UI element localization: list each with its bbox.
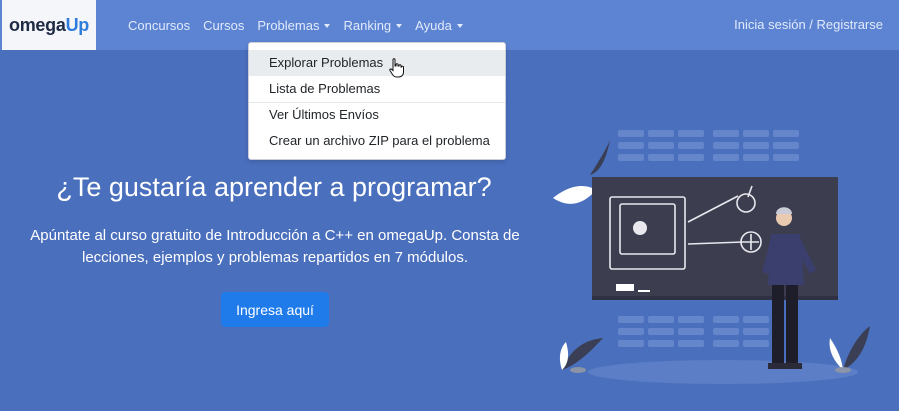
dropdown-item-explore-problems[interactable]: Explorar Problemas	[249, 50, 505, 76]
omegaup-logo[interactable]: omega Up	[2, 0, 96, 50]
login-register-link[interactable]: Inicia sesión / Registrarse	[734, 17, 883, 32]
dropdown-item-create-zip[interactable]: Crear un archivo ZIP para el problema	[249, 128, 505, 154]
chevron-down-icon	[396, 24, 403, 29]
chevron-down-icon	[456, 24, 463, 29]
hand-pointer-icon	[389, 58, 404, 78]
hero-title: ¿Te gustaría aprender a programar?	[56, 172, 492, 202]
hero-description: Apúntate al curso gratuito de Introducci…	[30, 227, 520, 266]
problems-dropdown-menu: Explorar Problemas Lista de Problemas Ve…	[248, 42, 506, 160]
nav-help-label: Ayuda	[415, 17, 452, 33]
logo-text-up: Up	[65, 14, 90, 35]
nav-courses[interactable]: Cursos	[203, 18, 244, 33]
teacher-chalkboard-illustration	[553, 130, 870, 384]
chevron-down-icon	[324, 24, 331, 29]
nav-ranking-label: Ranking	[343, 17, 392, 33]
enter-course-button[interactable]: Ingresa aquí	[221, 292, 329, 327]
dropdown-item-latest-submissions[interactable]: Ver Últimos Envíos	[249, 102, 505, 128]
dropdown-item-problem-list[interactable]: Lista de Problemas	[249, 76, 505, 102]
nav-problems[interactable]: Problemas	[257, 17, 331, 33]
nav-ranking[interactable]: Ranking	[343, 17, 403, 33]
nav-problems-label: Problemas	[257, 17, 320, 33]
logo-text-omega: omega	[9, 14, 66, 35]
nav-help[interactable]: Ayuda	[415, 18, 463, 33]
nav-contests[interactable]: Concursos	[128, 18, 190, 33]
